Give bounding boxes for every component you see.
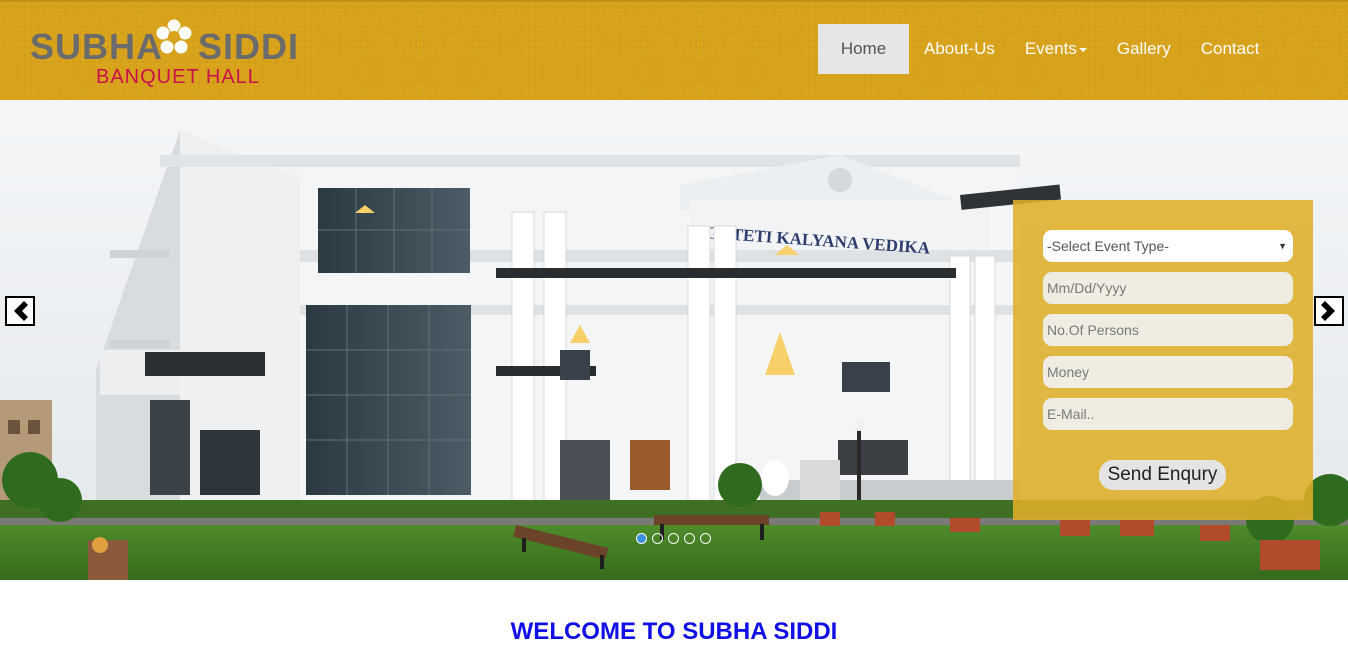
date-field[interactable] xyxy=(1043,272,1293,304)
email-field[interactable] xyxy=(1043,398,1293,430)
caret-down-icon xyxy=(1078,47,1087,52)
chevron-left-icon xyxy=(14,301,28,321)
select-arrow-icon: ▼ xyxy=(1278,241,1287,251)
carousel-next-button[interactable] xyxy=(1314,296,1344,326)
brand-name-left: SUBHA xyxy=(30,26,164,67)
nav-gallery[interactable]: Gallery xyxy=(1102,24,1186,74)
event-type-selected: -Select Event Type- xyxy=(1047,238,1169,254)
carousel-dot-3[interactable] xyxy=(668,533,679,544)
carousel-indicators xyxy=(636,533,711,544)
brand-subtitle: BANQUET HALL xyxy=(96,66,260,88)
nav-home[interactable]: Home xyxy=(818,24,909,74)
persons-field[interactable] xyxy=(1043,314,1293,346)
carousel-dot-5[interactable] xyxy=(700,533,711,544)
nav-about-us[interactable]: About-Us xyxy=(909,24,1010,74)
carousel-dot-2[interactable] xyxy=(652,533,663,544)
nav-events-label: Events xyxy=(1024,39,1077,58)
carousel-dot-4[interactable] xyxy=(684,533,695,544)
main-nav: Home About-Us Events Gallery Contact xyxy=(818,24,1274,74)
enquiry-form: -Select Event Type- ▼ Send Enqury xyxy=(1013,200,1313,520)
hero-carousel: GOTETI KALYANA VEDIKA -Select Event Type… xyxy=(0,100,1348,580)
nav-contact[interactable]: Contact xyxy=(1186,24,1275,74)
carousel-dot-1[interactable] xyxy=(636,533,647,544)
site-header: SUBHA SIDDI BANQUET HALL Home About-Us E… xyxy=(0,0,1348,100)
brand-name-right: SIDDI xyxy=(198,26,300,67)
nav-events[interactable]: Events xyxy=(1010,24,1102,74)
money-field[interactable] xyxy=(1043,356,1293,388)
event-type-select[interactable]: -Select Event Type- ▼ xyxy=(1043,230,1293,262)
brand-logo[interactable]: SUBHA SIDDI BANQUET HALL xyxy=(30,16,320,92)
chevron-right-icon xyxy=(1321,301,1335,321)
send-enquiry-button[interactable]: Send Enqury xyxy=(1099,460,1226,490)
flower-icon xyxy=(155,18,193,55)
welcome-heading: WELCOME TO SUBHA SIDDI xyxy=(510,618,838,645)
carousel-prev-button[interactable] xyxy=(5,296,35,326)
